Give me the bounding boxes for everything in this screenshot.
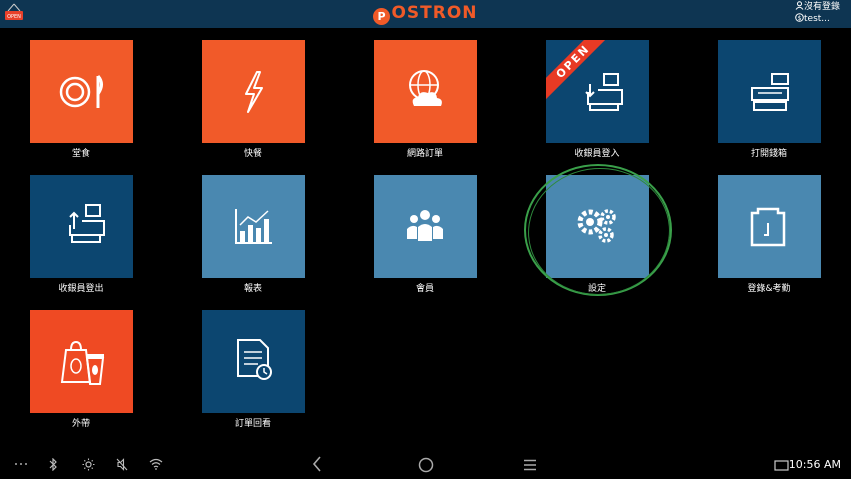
report-chart-icon [235,209,272,244]
logo-mark: P [373,8,391,25]
tile-dine-in[interactable] [30,40,133,143]
mute-icon[interactable] [116,458,128,471]
tile-order-review[interactable] [202,310,305,413]
brightness-icon[interactable] [82,458,95,471]
user-icon [795,1,804,10]
bluetooth-icon[interactable] [48,458,58,471]
tile-label-takeaway: 外帶 [71,419,90,429]
tile-label-order-review: 訂單回看 [234,419,271,429]
back-icon[interactable] [312,456,322,472]
members-icon [407,210,443,241]
tile-online-orders[interactable] [374,40,477,143]
wifi-icon[interactable] [149,458,163,470]
tile-fast-food[interactable] [202,40,305,143]
dine-in-icon [59,75,103,108]
account-text: test... [804,14,830,24]
tile-label-members: 會員 [415,284,434,294]
tile-label-dine-in: 堂食 [71,149,90,159]
tile-label-open-cash-drawer: 打開錢箱 [750,149,787,159]
tile-label-reports: 報表 [243,284,262,294]
cashier-logout-icon [69,204,105,243]
tile-cashier-login[interactable]: OPEN [546,40,649,143]
tile-attendance[interactable] [718,175,821,278]
clock: 10:56 AM [788,458,841,471]
tile-cashier-logout[interactable] [30,175,133,278]
more-dots-icon[interactable] [14,462,28,466]
app-logo: P OSTRON [0,3,851,25]
screen-icon[interactable] [774,460,789,471]
user-status[interactable]: 沒有登錄 $ test... [795,1,843,25]
open-ribbon: OPEN [546,40,649,143]
recent-apps-icon[interactable] [523,459,537,471]
home-icon[interactable] [418,457,434,473]
dollar-icon: $ [795,13,804,22]
tile-label-cashier-logout: 收銀員登出 [58,284,104,294]
tile-label-attendance: 登錄&考勤 [747,284,791,294]
login-status-text: 沒有登錄 [804,2,841,12]
cash-drawer-icon [751,73,789,111]
open-ribbon-text: OPEN [546,40,618,106]
tile-label-online-orders: 網路訂單 [406,149,443,159]
system-nav-bar: 10:56 AM [0,450,851,479]
top-bar: OPEN P OSTRON 沒有登錄 $ test... [0,0,851,28]
svg-text:$: $ [798,15,802,22]
takeaway-icon [60,340,105,385]
attendance-icon [750,207,786,247]
tile-takeaway[interactable] [30,310,133,413]
tile-reports[interactable] [202,175,305,278]
lightning-icon [245,71,263,113]
order-review-icon [237,339,272,380]
tile-label-fast-food: 快餐 [243,149,262,159]
tile-members[interactable] [374,175,477,278]
tile-label-cashier-login: 收銀員登入 [574,149,620,159]
cloud-globe-icon [409,70,442,106]
tile-open-cash-drawer[interactable] [718,40,821,143]
logo-text: OSTRON [391,3,478,23]
